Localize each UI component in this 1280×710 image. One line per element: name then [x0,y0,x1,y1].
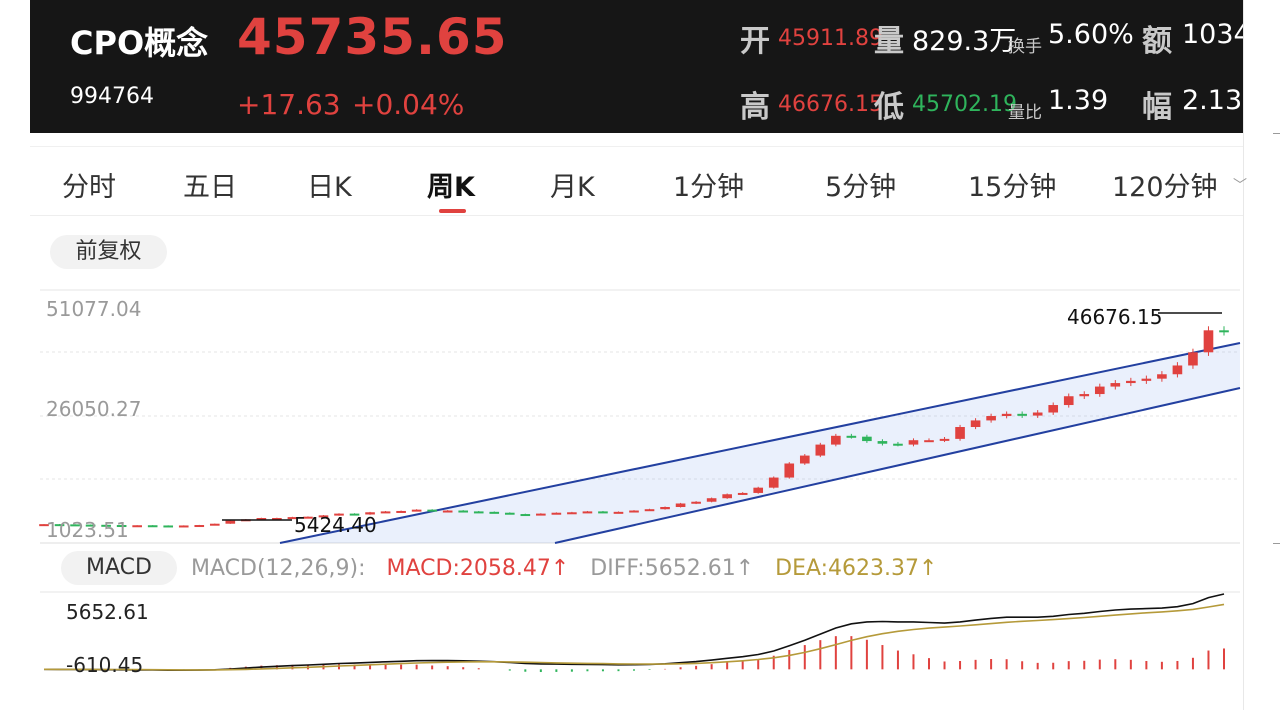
candle-body [442,510,453,513]
candle-body [1188,352,1198,366]
candle-body [1157,374,1167,379]
candle-body [225,520,236,524]
macd-legend: MACD(12,26,9): MACD:2058.47↑ DIFF:5652.6… [191,556,951,581]
candle-body [163,525,174,528]
candle-body [396,510,406,513]
candle-body [877,441,888,444]
candle-body [1032,412,1043,416]
candle-body [473,511,484,514]
low-annotation: 5424.40 [294,513,377,537]
candle-body [504,512,515,515]
candle-body [1017,413,1027,416]
candle-body [644,509,655,512]
candle-body [598,511,608,514]
scroll-tick [1273,543,1280,544]
candle-body [567,512,577,515]
candle-body [753,487,764,493]
candle-body [536,513,546,516]
candle-body [1094,386,1105,395]
macd-axis-bottom: -610.45 [66,653,144,677]
candle-body [893,443,903,446]
candle-body [768,477,779,488]
candle-body [520,514,531,517]
candle-body [132,525,142,528]
candle-body [939,438,950,441]
candle-body [209,523,220,526]
axis-label-bottom: 1023.51 [46,518,129,542]
high-annotation: 46676.15 [1067,305,1163,329]
indicator-select-button[interactable]: MACD [61,551,177,585]
candle-body [380,511,391,514]
candle-body [986,416,996,421]
dea-value: DEA:4623.37↑ [775,556,938,581]
candle-body [489,511,500,514]
diff-line [43,593,1225,672]
macd-value: MACD:2058.47↑ [386,556,570,581]
kline-chart[interactable] [0,0,1243,710]
candle-body [1001,413,1012,417]
candle-body [427,509,437,512]
dea-line [43,603,1225,671]
candle-body [924,440,934,443]
candle-body [1126,380,1136,384]
axis-label-top: 51077.04 [46,297,142,321]
candle-body [737,492,748,495]
candle-body [862,436,872,442]
candle-body [1063,396,1074,406]
candle-body [846,435,857,438]
scroll-tick [1273,133,1280,134]
candle-body [1172,365,1183,375]
candle-body [955,427,965,439]
candle-body [551,512,562,515]
candle-body [675,503,686,508]
candle-body [411,509,422,512]
candle-body [1203,330,1214,353]
candle-body [784,463,795,478]
trend-channel [279,342,1241,544]
candle-body [582,511,593,514]
candle-body [691,501,701,504]
candle-body [831,435,841,445]
candle-body [908,440,919,445]
candle-body [970,420,981,428]
right-margin [1243,0,1280,710]
candle-body [458,510,469,513]
macd-params: MACD(12,26,9): [191,556,366,581]
candle-body [178,525,189,528]
candle-body [1079,394,1090,397]
diff-value: DIFF:5652.61↑ [590,556,755,581]
candle-body [629,510,639,513]
channel-upper-line [279,342,1241,544]
candle-body [1219,330,1229,333]
macd-indicator [43,593,1225,673]
candle-body [613,511,624,514]
candle-body [722,494,732,499]
macd-axis-top: 5652.61 [66,600,149,624]
axis-label-mid: 26050.27 [46,397,142,421]
candle-body [1048,405,1059,413]
candle-body [706,498,717,502]
candle-body [799,455,810,464]
candle-body [194,525,205,528]
candle-body [1141,378,1152,381]
candle-body [660,507,670,510]
candle-body [815,444,826,456]
candle-body [1110,383,1121,387]
candle-body [147,525,158,528]
